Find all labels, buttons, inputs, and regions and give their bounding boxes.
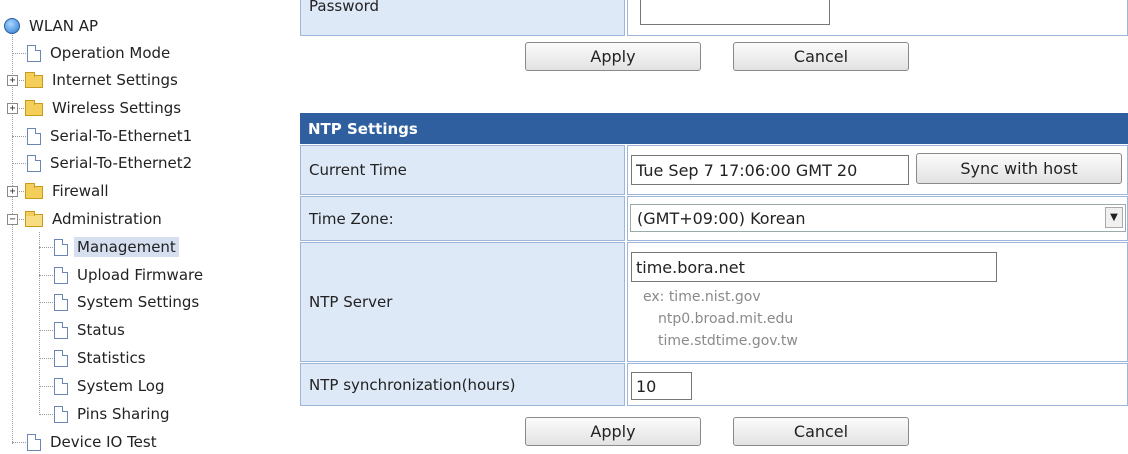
tree-item-wireless-settings[interactable]: Wireless Settings [25, 96, 184, 120]
page-icon [54, 377, 68, 395]
page-icon [54, 321, 68, 339]
password-label: Password [300, 0, 625, 36]
tree-root-label: WLAN AP [29, 17, 99, 35]
tree-item-system-settings[interactable]: System Settings [54, 290, 202, 314]
ntp-apply-button[interactable]: Apply [525, 417, 701, 446]
tree-item-upload-firmware[interactable]: Upload Firmware [54, 263, 206, 287]
top-cancel-button[interactable]: Cancel [733, 42, 909, 71]
folder-icon [25, 71, 43, 88]
ntp-sync-hours-label: NTP synchronization(hours) [300, 363, 625, 406]
expand-firewall-icon[interactable]: + [7, 186, 18, 197]
tree-item-operation-mode[interactable]: Operation Mode [27, 41, 173, 65]
tree-connector [12, 30, 13, 444]
current-time-label: Current Time [300, 145, 625, 195]
password-input[interactable] [640, 0, 830, 25]
expand-wireless-settings-icon[interactable]: + [7, 103, 18, 114]
navigation-tree: + + + − WLAN AP Operation Mode Internet … [0, 0, 295, 451]
tree-connector [39, 232, 40, 415]
tree-item-pins-sharing[interactable]: Pins Sharing [54, 402, 173, 426]
tree-item-internet-settings[interactable]: Internet Settings [25, 68, 181, 92]
time-zone-select[interactable]: (GMT+09:00) Korean ▼ [630, 204, 1126, 232]
page-icon [54, 405, 68, 423]
page-icon [27, 127, 41, 145]
folder-icon [25, 99, 43, 116]
password-row: Password [300, 0, 1128, 37]
current-time-field[interactable]: Tue Sep 7 17:06:00 GMT 20 [631, 155, 909, 185]
ntp-server-row: NTP Server time.bora.net ex: time.nist.g… [300, 242, 1128, 363]
tree-item-serial-to-ethernet1[interactable]: Serial-To-Ethernet1 [27, 124, 195, 148]
tree-root[interactable]: WLAN AP [4, 14, 101, 38]
ntp-sync-row: NTP synchronization(hours) 10 [300, 363, 1128, 407]
dropdown-arrow-icon[interactable]: ▼ [1105, 207, 1123, 228]
page-icon [54, 349, 68, 367]
page-icon [54, 293, 68, 311]
ntp-settings-header: NTP Settings [300, 113, 1128, 144]
open-folder-icon [25, 210, 43, 227]
expand-internet-settings-icon[interactable]: + [7, 75, 18, 86]
time-zone-label: Time Zone: [300, 196, 625, 241]
tree-item-system-log[interactable]: System Log [54, 374, 168, 398]
tree-item-serial-to-ethernet2[interactable]: Serial-To-Ethernet2 [27, 151, 195, 175]
tree-item-administration[interactable]: Administration [25, 207, 165, 231]
page-icon [54, 266, 68, 284]
page-icon [27, 154, 41, 172]
current-time-row: Current Time Tue Sep 7 17:06:00 GMT 20 S… [300, 145, 1128, 196]
time-zone-row: Time Zone: (GMT+09:00) Korean ▼ [300, 196, 1128, 242]
ntp-cancel-button[interactable]: Cancel [733, 417, 909, 446]
time-zone-value: (GMT+09:00) Korean [637, 208, 806, 228]
ntp-server-hint: ntp0.broad.mit.edu [658, 311, 794, 327]
network-globe-icon [4, 18, 20, 34]
sync-with-host-button[interactable]: Sync with host [916, 153, 1122, 184]
ntp-server-hint: time.stdtime.gov.tw [658, 333, 798, 349]
ntp-server-label: NTP Server [300, 242, 625, 362]
top-apply-button[interactable]: Apply [525, 42, 701, 71]
ntp-server-input[interactable]: time.bora.net [631, 252, 997, 282]
page-icon [54, 238, 68, 256]
ntp-sync-hours-input[interactable]: 10 [631, 372, 692, 400]
collapse-administration-icon[interactable]: − [7, 214, 18, 225]
page-icon [27, 44, 41, 62]
tree-item-firewall[interactable]: Firewall [25, 179, 112, 203]
tree-item-status[interactable]: Status [54, 318, 128, 342]
folder-icon [25, 182, 43, 199]
tree-item-device-io-test[interactable]: Device IO Test [27, 430, 160, 454]
tree-item-statistics[interactable]: Statistics [54, 346, 149, 370]
tree-item-management[interactable]: Management [54, 235, 179, 259]
ntp-server-hint: ex: time.nist.gov [643, 289, 761, 305]
